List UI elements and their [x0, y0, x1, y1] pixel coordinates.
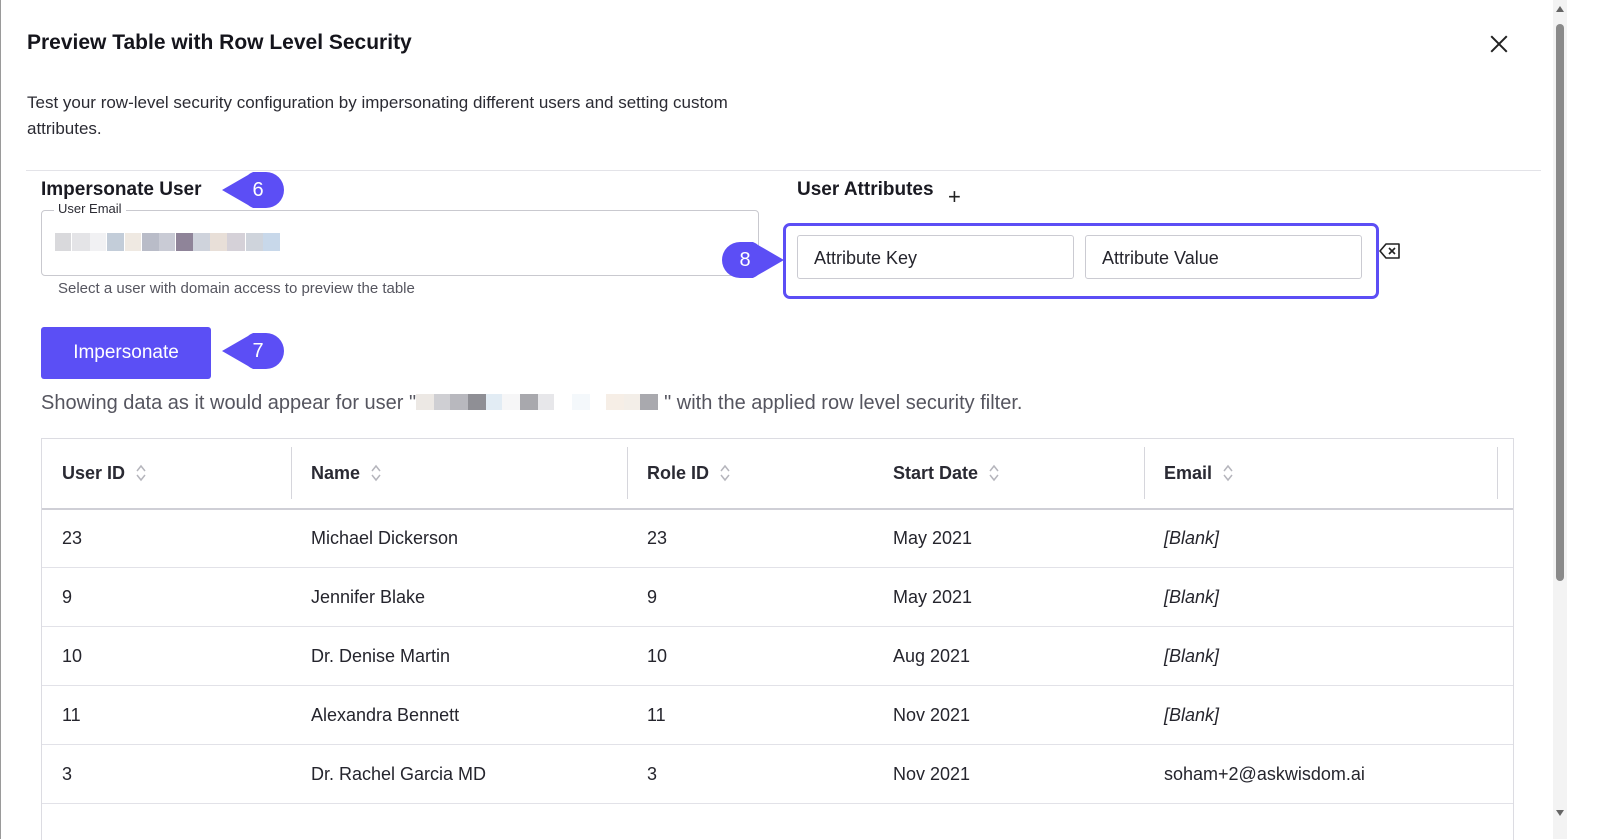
column-header-email[interactable]: Email [1164, 439, 1234, 508]
sort-icon[interactable] [1222, 464, 1234, 482]
table-row[interactable]: 23 Michael Dickerson 23 May 2021 [Blank] [42, 509, 1513, 568]
cell-name: Dr. Rachel Garcia MD [311, 764, 487, 784]
cell-email: [Blank] [1164, 705, 1220, 725]
dialog-border [0, 0, 1, 839]
column-header-role-id[interactable]: Role ID [647, 439, 731, 508]
cell-email: [Blank] [1164, 587, 1220, 607]
step-badge-8: 8 [722, 242, 784, 278]
cell-name: Michael Dickerson [311, 528, 459, 548]
cell-start-date: Nov 2021 [893, 705, 971, 725]
table-header: User ID Name Role ID Start Date Email [42, 439, 1513, 510]
cell-email: soham+2@askwisdom.ai [1164, 764, 1365, 784]
preview-table: User ID Name Role ID Start Date Email 23… [41, 438, 1514, 840]
redacted-email [55, 233, 280, 251]
column-resizer[interactable] [627, 447, 628, 499]
dialog-title: Preview Table with Row Level Security [27, 31, 412, 54]
sort-icon[interactable] [135, 464, 147, 482]
close-icon[interactable] [1488, 33, 1510, 55]
backspace-icon[interactable] [1379, 241, 1401, 261]
cell-role-id: 3 [647, 764, 658, 784]
cell-user-id: 23 [62, 528, 83, 548]
cell-user-id: 3 [62, 764, 73, 784]
cell-start-date: May 2021 [893, 587, 973, 607]
table-row[interactable]: 9 Jennifer Blake 9 May 2021 [Blank] [42, 568, 1513, 627]
cell-start-date: May 2021 [893, 528, 973, 548]
sort-icon[interactable] [719, 464, 731, 482]
cell-user-id: 10 [62, 646, 83, 666]
attribute-value-input[interactable]: Attribute Value [1085, 235, 1362, 279]
user-email-label: User Email [54, 201, 126, 216]
status-prefix: Showing data as it would appear for user… [41, 392, 417, 414]
cell-name: Alexandra Bennett [311, 705, 460, 725]
table-row[interactable]: 11 Alexandra Bennett 11 Nov 2021 [Blank] [42, 686, 1513, 745]
impersonate-title: Impersonate User [41, 179, 202, 200]
cell-start-date: Aug 2021 [893, 646, 971, 666]
scroll-down-arrow[interactable] [1556, 810, 1564, 816]
user-email-helper: Select a user with domain access to prev… [58, 280, 415, 297]
sort-icon[interactable] [988, 464, 1000, 482]
cell-user-id: 9 [62, 587, 73, 607]
cell-name: Jennifer Blake [311, 587, 426, 607]
scroll-up-arrow[interactable] [1556, 6, 1564, 12]
cell-email: [Blank] [1164, 646, 1220, 666]
cell-role-id: 11 [647, 705, 666, 725]
scroll-thumb[interactable] [1556, 24, 1564, 581]
column-resizer[interactable] [291, 447, 292, 499]
attribute-key-input[interactable]: Attribute Key [797, 235, 1074, 279]
impersonate-button[interactable]: Impersonate [41, 327, 211, 379]
user-attributes-title: User Attributes [797, 179, 934, 200]
cell-user-id: 11 [62, 705, 81, 725]
column-resizer[interactable] [1144, 447, 1145, 499]
dialog-description: Test your row-level security configurati… [27, 93, 728, 138]
status-suffix: " with the applied row level security fi… [664, 392, 1023, 414]
column-resizer[interactable] [1497, 447, 1498, 499]
cell-start-date: Nov 2021 [893, 764, 971, 784]
cell-role-id: 10 [647, 646, 668, 666]
scrollbar[interactable] [1553, 0, 1567, 839]
column-header-user-id[interactable]: User ID [62, 439, 147, 508]
step-badge-7: 7 [222, 333, 284, 369]
cell-role-id: 9 [647, 587, 658, 607]
add-attribute-button[interactable]: + [948, 184, 961, 210]
column-header-start-date[interactable]: Start Date [893, 439, 1000, 508]
cell-email: [Blank] [1164, 528, 1220, 548]
table-row[interactable]: 3 Dr. Rachel Garcia MD 3 Nov 2021 soham+… [42, 745, 1513, 804]
table-row[interactable]: 10 Dr. Denise Martin 10 Aug 2021 [Blank] [42, 627, 1513, 686]
step-badge-6: 6 [222, 172, 284, 208]
column-header-name[interactable]: Name [311, 439, 382, 508]
table-row-partial[interactable] [42, 804, 1513, 840]
sort-icon[interactable] [370, 464, 382, 482]
divider [26, 170, 1541, 171]
cell-role-id: 23 [647, 528, 668, 548]
redacted-user [416, 393, 659, 410]
cell-name: Dr. Denise Martin [311, 646, 451, 666]
impersonation-status: Showing data as it would appear for user… [41, 392, 1022, 415]
